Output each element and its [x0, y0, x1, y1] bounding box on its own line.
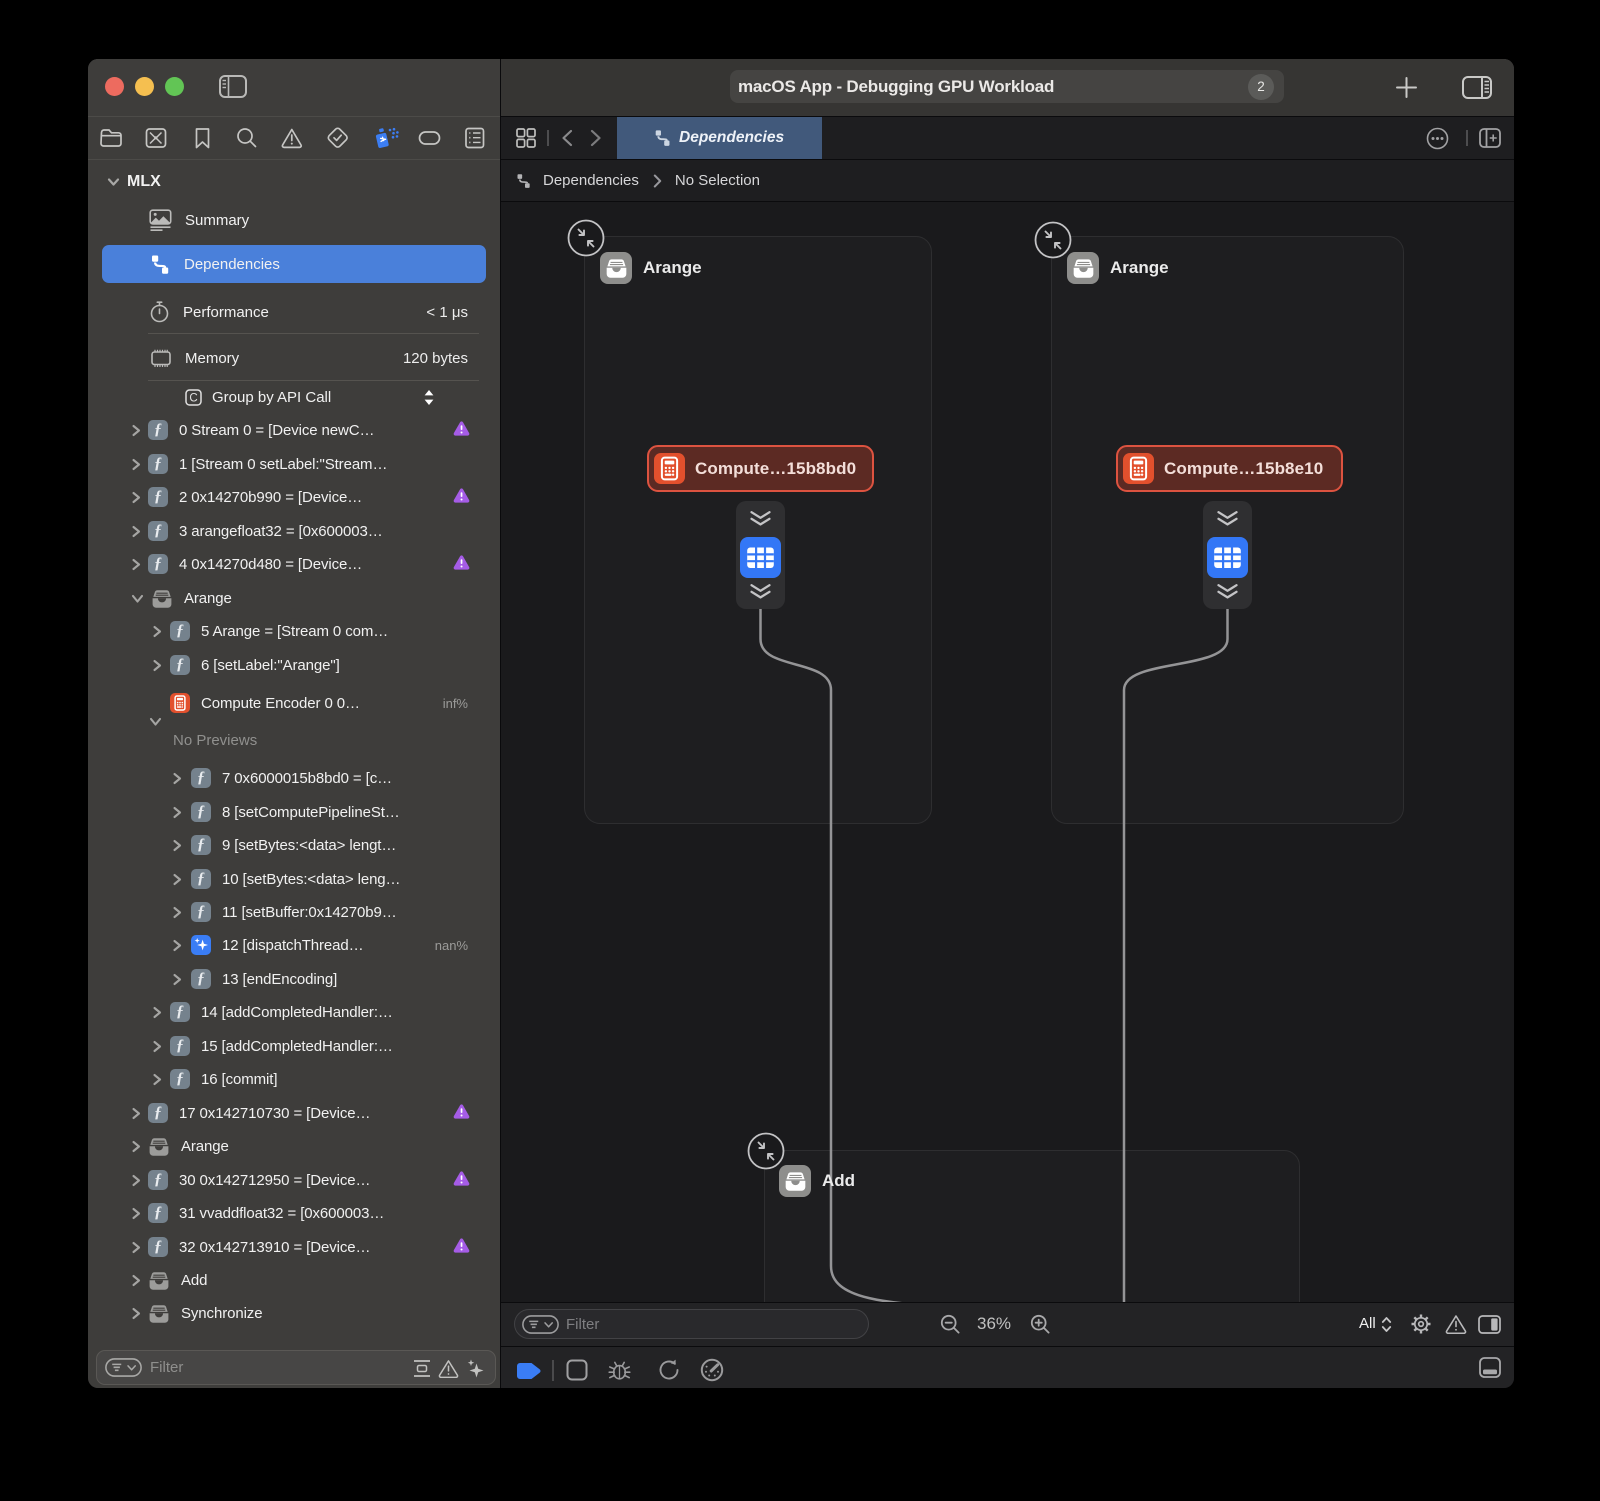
svg-text:C: C: [189, 392, 197, 404]
